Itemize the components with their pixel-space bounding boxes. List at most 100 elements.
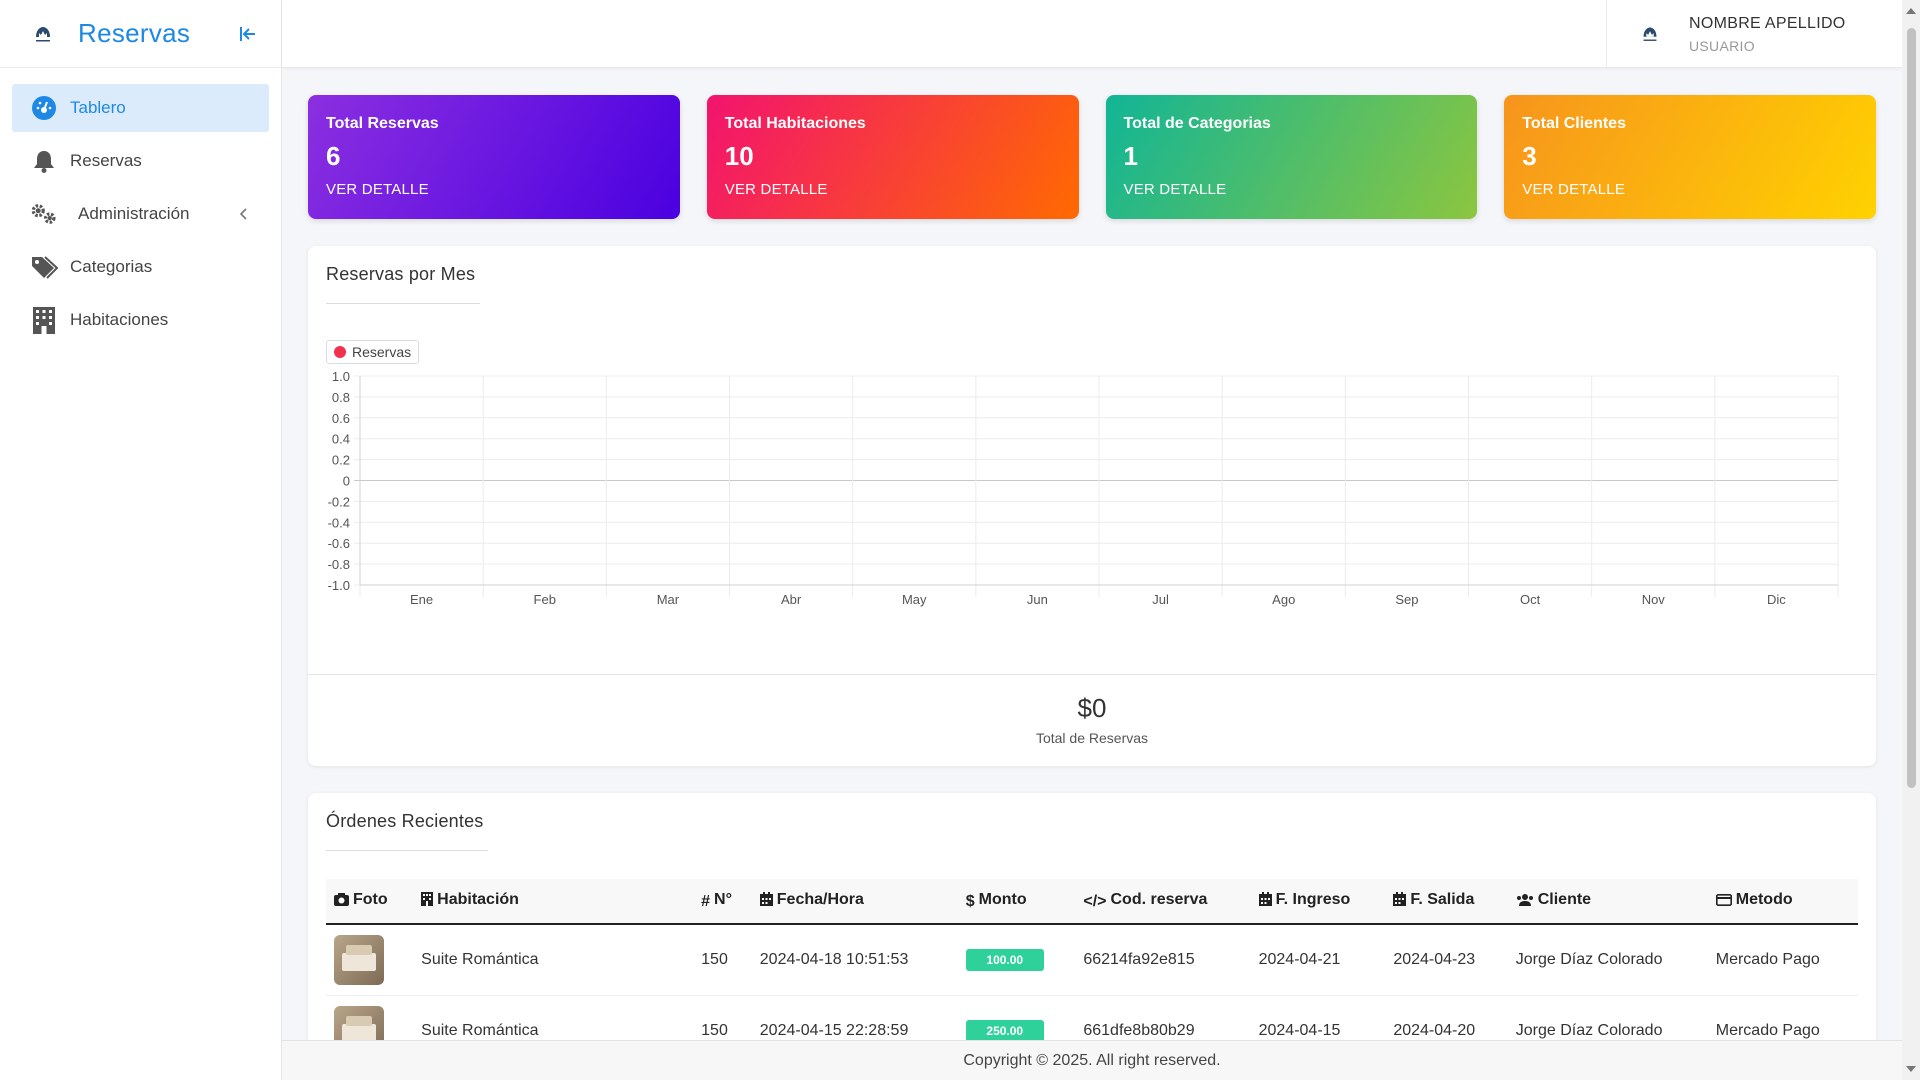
page-scrollbar[interactable] xyxy=(1902,0,1920,1080)
column-header-salida[interactable]: F. Salida xyxy=(1385,879,1508,925)
column-header-label: Metodo xyxy=(1735,891,1793,908)
user-menu[interactable]: NOMBRE APELLIDO USUARIO xyxy=(1606,0,1902,68)
sidebar-item-tablero[interactable]: Tablero xyxy=(12,84,269,132)
y-tick-label: 0.4 xyxy=(332,432,350,447)
hash-icon: # xyxy=(701,893,711,910)
bell-icon xyxy=(30,147,58,175)
dashboard-icon xyxy=(30,94,58,122)
orders-card-title: Órdenes Recientes xyxy=(326,811,484,831)
copyright-text: Copyright © 2025. All right reserved. xyxy=(963,1052,1221,1069)
column-header-foto[interactable]: Foto xyxy=(326,879,414,925)
y-tick-label: -0.2 xyxy=(328,494,350,509)
chart-legend-item[interactable]: Reservas xyxy=(326,340,420,364)
x-tick-label: Nov xyxy=(1642,592,1666,607)
column-header-label: Foto xyxy=(353,891,388,908)
room-thumbnail[interactable] xyxy=(334,935,384,985)
table-row[interactable]: Suite Romántica 150 2024-04-15 22:28:59 … xyxy=(326,995,1858,1040)
calendar-icon xyxy=(1258,892,1272,911)
sidebar-item-reservas[interactable]: Reservas xyxy=(12,137,269,185)
column-header-label: F. Salida xyxy=(1410,891,1475,908)
y-tick-label: -0.4 xyxy=(328,515,350,530)
scroll-up-icon[interactable] xyxy=(1906,8,1916,14)
x-tick-label: Oct xyxy=(1520,592,1541,607)
sidebar: Reservas Tablero Reservas Administración xyxy=(0,0,282,1080)
y-tick-label: 0.2 xyxy=(332,453,350,468)
stat-title: Total Habitaciones xyxy=(724,115,866,132)
cell-codigo: 66214fa92e815 xyxy=(1075,924,1251,996)
column-header-label: Fecha/Hora xyxy=(776,891,864,908)
cell-ingreso: 2024-04-15 xyxy=(1250,995,1386,1040)
cell-habitacion: Suite Romántica xyxy=(413,924,694,996)
x-tick-label: Dic xyxy=(1767,592,1786,607)
x-tick-label: May xyxy=(902,592,927,607)
stat-value: 10 xyxy=(724,141,754,171)
tags-icon xyxy=(30,253,58,281)
cell-foto xyxy=(326,924,414,996)
stat-card-clientes: Total Clientes 3 VER DETALLE xyxy=(1504,95,1876,219)
sidebar-item-habitaciones[interactable]: Habitaciones xyxy=(12,296,269,344)
room-thumbnail[interactable] xyxy=(334,1006,384,1040)
column-header-label: N° xyxy=(714,891,732,908)
orders-table: Foto Habitación # N° Fecha/Hora $ Monto </… xyxy=(326,879,1858,1040)
title-divider xyxy=(326,850,488,851)
legend-label: Reservas xyxy=(352,344,412,360)
ver-detalle-link[interactable]: VER DETALLE xyxy=(725,181,1061,198)
stat-card-categorias: Total de Categorias 1 VER DETALLE xyxy=(1105,95,1478,219)
ver-detalle-link[interactable]: VER DETALLE xyxy=(1124,181,1460,198)
column-header-codigo[interactable]: </> Cod. reserva xyxy=(1075,879,1251,925)
column-header-habitacion[interactable]: Habitación xyxy=(413,879,694,925)
column-header-label: Cliente xyxy=(1537,891,1592,908)
cell-metodo: Mercado Pago xyxy=(1707,924,1858,996)
cell-cliente: Jorge Díaz Colorado xyxy=(1507,995,1708,1040)
y-tick-label: -0.8 xyxy=(328,557,350,572)
cell-fecha: 2024-04-15 22:28:59 xyxy=(751,995,958,1040)
y-tick-label: 0.8 xyxy=(332,390,350,405)
gears-icon xyxy=(30,200,58,228)
scrollbar-thumb[interactable] xyxy=(1907,28,1916,788)
calendar-icon xyxy=(759,892,773,911)
scroll-down-icon[interactable] xyxy=(1906,1066,1916,1072)
cell-salida: 2024-04-23 xyxy=(1385,924,1508,996)
column-header-metodo[interactable]: Metodo xyxy=(1707,879,1858,925)
column-header-ingreso[interactable]: F. Ingreso xyxy=(1250,879,1386,925)
chevron-left-icon xyxy=(235,206,251,222)
title-divider xyxy=(326,303,480,304)
table-row[interactable]: Suite Romántica 150 2024-04-18 10:51:53 … xyxy=(326,924,1858,996)
line-chart: 1.0 0.8 0.6 0.4 0.2 0 -0.2 -0.4 -0.6 -0.8 -1.0 Ene F… xyxy=(328,369,1839,607)
x-tick-label: Abr xyxy=(781,592,802,607)
stat-value: 1 xyxy=(1123,141,1138,171)
column-header-monto[interactable]: $ Monto xyxy=(957,879,1076,925)
ver-detalle-link[interactable]: VER DETALLE xyxy=(1522,181,1858,198)
cell-monto: 100.00 xyxy=(957,924,1076,996)
credit-card-icon xyxy=(1715,893,1732,911)
sidebar-item-administracion[interactable]: Administración xyxy=(12,190,269,238)
sidebar-item-label: Tablero xyxy=(70,98,126,117)
chart-footer: $0 Total de Reservas xyxy=(308,674,1876,766)
ver-detalle-link[interactable]: VER DETALLE xyxy=(326,181,662,198)
table-header-row: Foto Habitación # N° Fecha/Hora $ Monto </… xyxy=(326,879,1858,925)
column-header-cliente[interactable]: Cliente xyxy=(1507,879,1708,925)
x-tick-label: Sep xyxy=(1395,592,1418,607)
amount-badge: 100.00 xyxy=(965,949,1044,971)
stat-card-reservas: Total Reservas 6 VER DETALLE xyxy=(308,95,680,219)
column-header-fecha[interactable]: Fecha/Hora xyxy=(751,879,958,925)
camera-icon xyxy=(334,893,349,911)
chart-area: 1.0 0.8 0.6 0.4 0.2 0 -0.2 -0.4 -0.6 -0.8 -1.0 Ene F… xyxy=(308,364,1876,674)
collapse-sidebar-icon[interactable] xyxy=(235,21,261,47)
code-icon: </> xyxy=(1083,893,1107,910)
legend-dot-icon xyxy=(334,346,346,358)
cell-monto: 250.00 xyxy=(957,995,1076,1040)
sidebar-menu: Tablero Reservas Administración Categori… xyxy=(0,68,281,365)
orders-card: Órdenes Recientes Foto Habitación # N° Fe… xyxy=(308,793,1876,1040)
stat-value: 3 xyxy=(1522,141,1537,171)
column-header-numero[interactable]: # N° xyxy=(693,879,752,925)
sidebar-item-label: Categorias xyxy=(70,257,153,276)
amount-badge: 250.00 xyxy=(965,1020,1044,1040)
cell-codigo: 661dfe8b80b29 xyxy=(1075,995,1251,1040)
sidebar-item-categorias[interactable]: Categorias xyxy=(12,243,269,291)
chart-card: Reservas por Mes Reservas 1.0 0.8 0.6 0.4 0.… xyxy=(308,246,1876,766)
cell-foto xyxy=(326,995,414,1040)
x-tick-label: Mar xyxy=(657,592,680,607)
building-icon xyxy=(421,892,434,911)
users-icon xyxy=(1516,893,1534,911)
